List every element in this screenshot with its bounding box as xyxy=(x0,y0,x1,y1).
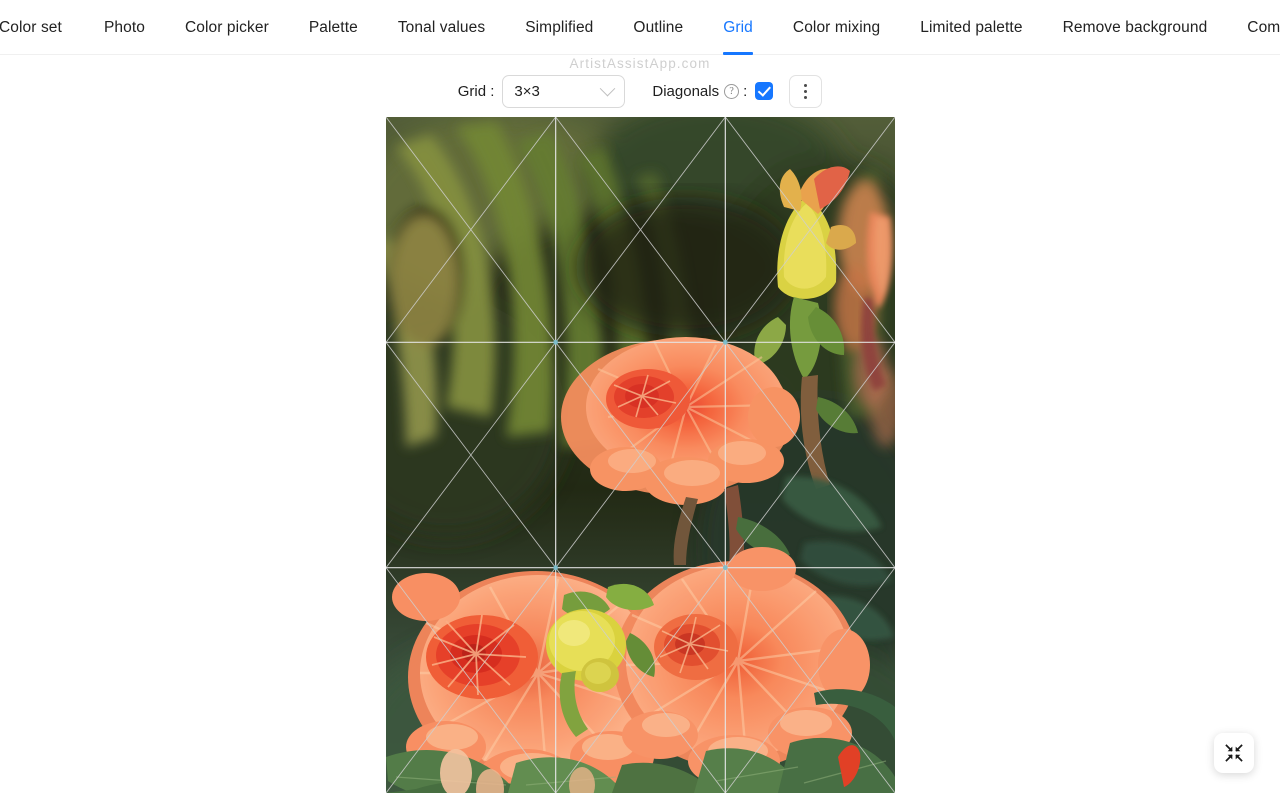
active-tab-indicator xyxy=(723,51,753,55)
tab-color-set[interactable]: Color set xyxy=(0,0,84,55)
tab-remove-background[interactable]: Remove background xyxy=(1043,0,1228,55)
diagonals-colon: : xyxy=(743,82,748,100)
tab-label: Grid xyxy=(723,18,753,36)
diagonals-group: Diagonals ? : xyxy=(652,82,774,100)
tab-label: Remove background xyxy=(1062,18,1208,36)
image-canvas[interactable] xyxy=(386,117,895,793)
tab-outline[interactable]: Outline xyxy=(613,0,703,55)
tab-grid[interactable]: Grid xyxy=(703,0,773,55)
tab-label: Color mixing xyxy=(792,18,881,36)
tab-label: Color picker xyxy=(184,18,269,36)
tab-photo[interactable]: Photo xyxy=(84,0,165,55)
tab-label: Photo xyxy=(103,18,145,36)
help-circle-icon[interactable]: ? xyxy=(724,83,740,99)
tab-label: Compare xyxy=(1247,18,1280,36)
tab-label: Limited palette xyxy=(920,18,1023,36)
kebab-dot xyxy=(804,95,808,99)
tab-label: Tonal values xyxy=(397,18,486,36)
tab-label: Simplified xyxy=(525,18,594,36)
tab-compare[interactable]: Compare xyxy=(1227,0,1280,55)
diagonals-label: Diagonals xyxy=(652,82,720,100)
grid-size-value: 3×3 xyxy=(514,82,540,100)
tab-palette[interactable]: Palette xyxy=(289,0,378,55)
grid-controls-bar: Grid : 3×3 Diagonals ? : xyxy=(0,74,1280,108)
diagonals-checkbox[interactable] xyxy=(755,82,774,100)
grid-label: Grid : xyxy=(457,82,495,100)
tab-color-mixing[interactable]: Color mixing xyxy=(773,0,900,55)
tab-simplified[interactable]: Simplified xyxy=(505,0,613,55)
tab-label: Palette xyxy=(308,18,358,36)
tab-label: Color set xyxy=(0,18,62,36)
main-tab-bar: Color set Photo Color picker Palette Tonal v… xyxy=(0,0,1280,55)
tab-label: Outline xyxy=(633,18,684,36)
tab-color-picker[interactable]: Color picker xyxy=(165,0,289,55)
tab-tonal-values[interactable]: Tonal values xyxy=(378,0,505,55)
exit-fullscreen-button[interactable] xyxy=(1214,733,1254,773)
kebab-dot xyxy=(804,89,808,93)
chevron-down-icon xyxy=(600,80,616,96)
kebab-dot xyxy=(804,83,808,87)
tab-limited-palette[interactable]: Limited palette xyxy=(900,0,1042,55)
grid-size-select[interactable]: 3×3 xyxy=(502,74,626,108)
compress-arrows-icon xyxy=(1225,744,1243,762)
reference-photo xyxy=(386,117,895,793)
more-options-button[interactable] xyxy=(789,74,823,108)
watermark: ArtistAssistApp.com xyxy=(569,56,711,71)
